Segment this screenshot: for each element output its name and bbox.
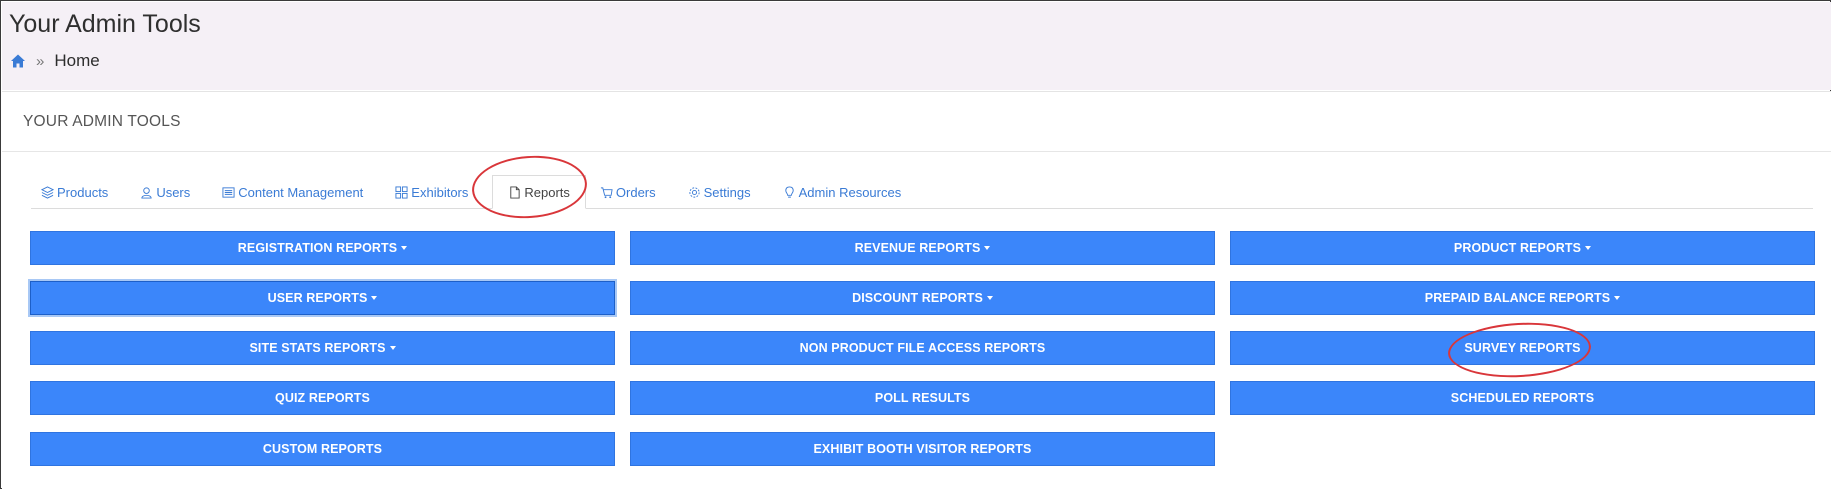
lightbulb-icon [784,185,794,198]
chevron-down-icon [401,246,408,250]
custom-reports-button[interactable]: CUSTOM REPORTS [30,432,615,466]
tab-label: Reports [524,184,570,200]
user-reports-button[interactable]: USER REPORTS [30,281,615,315]
tab-bar: Products Users Content Management Exhibi… [31,175,1813,209]
tab-label: Orders [615,184,656,200]
layers-icon [41,185,54,199]
tab-label: Admin Resources [798,184,902,200]
breadcrumb: » Home [10,51,100,71]
page-title: Your Admin Tools [9,10,201,38]
exhibit-booth-visitor-reports-button[interactable]: EXHIBIT BOOTH VISITOR REPORTS [630,432,1215,466]
registration-reports-button[interactable]: REGISTRATION REPORTS [30,231,615,265]
site-stats-reports-button[interactable]: SITE STATS REPORTS [30,331,615,365]
file-icon [510,185,520,199]
tab-exhibitors[interactable]: Exhibitors [385,176,478,208]
chevron-down-icon [389,346,396,350]
chevron-down-icon [1585,246,1592,250]
cart-icon [600,186,613,198]
tab-users[interactable]: Users [130,176,200,208]
card-title: YOUR ADMIN TOOLS [23,113,181,130]
non-product-file-access-reports-button[interactable]: NON PRODUCT FILE ACCESS REPORTS [630,331,1215,365]
tab-admin-resources[interactable]: Admin Resources [773,176,912,208]
page-header: Your Admin Tools » Home [2,2,1831,90]
prepaid-balance-reports-button[interactable]: PREPAID BALANCE REPORTS [1230,281,1815,315]
tab-orders[interactable]: Orders [590,176,666,208]
card-divider [2,151,1831,152]
tab-reports[interactable]: Reports [492,175,586,209]
chevron-down-icon [1614,296,1621,300]
chevron-down-icon [984,246,991,250]
list-icon [222,186,235,198]
breadcrumb-separator: » [36,52,45,70]
tab-content-management[interactable]: Content Management [212,176,373,208]
poll-results-button[interactable]: POLL RESULTS [630,381,1215,415]
tab-label: Products [57,184,109,200]
grid-icon [395,185,408,199]
tab-label: Exhibitors [411,184,469,200]
tab-label: Content Management [238,184,364,200]
product-reports-button[interactable]: PRODUCT REPORTS [1230,231,1815,265]
home-icon[interactable] [10,53,26,69]
quiz-reports-button[interactable]: QUIZ REPORTS [30,381,615,415]
gear-icon [689,186,700,198]
breadcrumb-home[interactable]: Home [54,51,99,71]
tab-products[interactable]: Products [31,176,118,208]
tab-label: Users [156,184,191,200]
user-icon [141,186,152,199]
app-frame: Your Admin Tools » Home YOUR ADMIN TOOLS… [0,0,1831,489]
survey-reports-button[interactable]: SURVEY REPORTS [1230,331,1815,365]
chevron-down-icon [371,296,378,300]
tab-label: Settings [703,184,751,200]
chevron-down-icon [986,296,993,300]
revenue-reports-button[interactable]: REVENUE REPORTS [630,231,1215,265]
tab-settings[interactable]: Settings [678,176,761,208]
discount-reports-button[interactable]: DISCOUNT REPORTS [630,281,1215,315]
scheduled-reports-button[interactable]: SCHEDULED REPORTS [1230,381,1815,415]
